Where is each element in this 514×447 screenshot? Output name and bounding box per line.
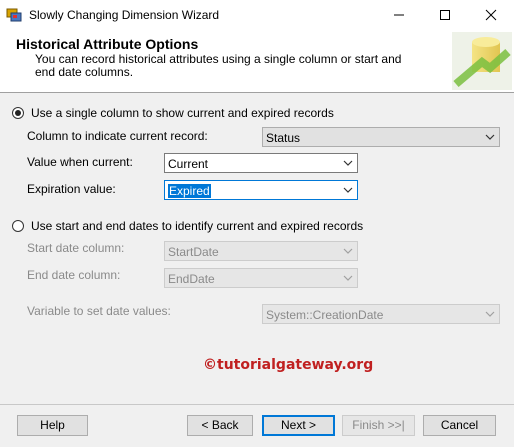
value-when-current-select[interactable]: Current [164, 153, 358, 173]
page-title: Historical Attribute Options [16, 36, 199, 52]
end-date-value: EndDate [168, 272, 215, 286]
database-graphic-icon [452, 32, 512, 90]
value-when-current-value: Current [168, 157, 209, 171]
variable-label: Variable to set date values: [27, 304, 171, 318]
next-button[interactable]: Next > [262, 415, 335, 436]
page-description: You can record historical attributes usi… [35, 52, 402, 79]
finish-button[interactable]: Finish >>| [342, 415, 415, 436]
chevron-down-icon [343, 160, 353, 166]
start-date-label: Start date column: [27, 241, 125, 255]
window-title: Slowly Changing Dimension Wizard [29, 8, 220, 22]
chevron-down-icon [485, 134, 495, 140]
end-date-label: End date column: [27, 268, 121, 282]
start-date-select[interactable]: StartDate [164, 241, 358, 261]
cancel-button[interactable]: Cancel [423, 415, 496, 436]
chevron-down-icon [485, 311, 495, 317]
app-icon [6, 8, 22, 22]
date-columns-radio[interactable] [12, 220, 24, 232]
current-record-column-label: Column to indicate current record: [27, 129, 208, 143]
current-record-column-value: Status [266, 131, 301, 145]
expiration-value-label: Expiration value: [27, 182, 116, 196]
maximize-icon[interactable] [422, 0, 468, 30]
value-when-current-label: Value when current: [27, 155, 133, 169]
date-columns-label: Use start and end dates to identify curr… [31, 219, 364, 233]
watermark: ©tutorialgateway.org [203, 357, 374, 373]
start-date-value: StartDate [168, 245, 219, 259]
single-column-radio[interactable] [12, 107, 24, 119]
chevron-down-icon [343, 275, 353, 281]
title-bar: Slowly Changing Dimension Wizard [0, 0, 514, 30]
chevron-down-icon [343, 187, 353, 193]
single-column-label: Use a single column to show current and … [31, 106, 334, 120]
end-date-select[interactable]: EndDate [164, 268, 358, 288]
close-icon[interactable] [468, 0, 514, 30]
divider [0, 404, 514, 405]
back-button[interactable]: < Back [187, 415, 253, 436]
expiration-value-value: Expired [168, 184, 211, 198]
wizard-header: Historical Attribute Options You can rec… [0, 30, 514, 93]
minimize-icon[interactable] [376, 0, 422, 30]
variable-select[interactable]: System::CreationDate [262, 304, 500, 324]
current-record-column-select[interactable]: Status [262, 127, 500, 147]
variable-value: System::CreationDate [266, 308, 384, 322]
chevron-down-icon [343, 248, 353, 254]
expiration-value-select[interactable]: Expired [164, 180, 358, 200]
help-button[interactable]: Help [17, 415, 88, 436]
